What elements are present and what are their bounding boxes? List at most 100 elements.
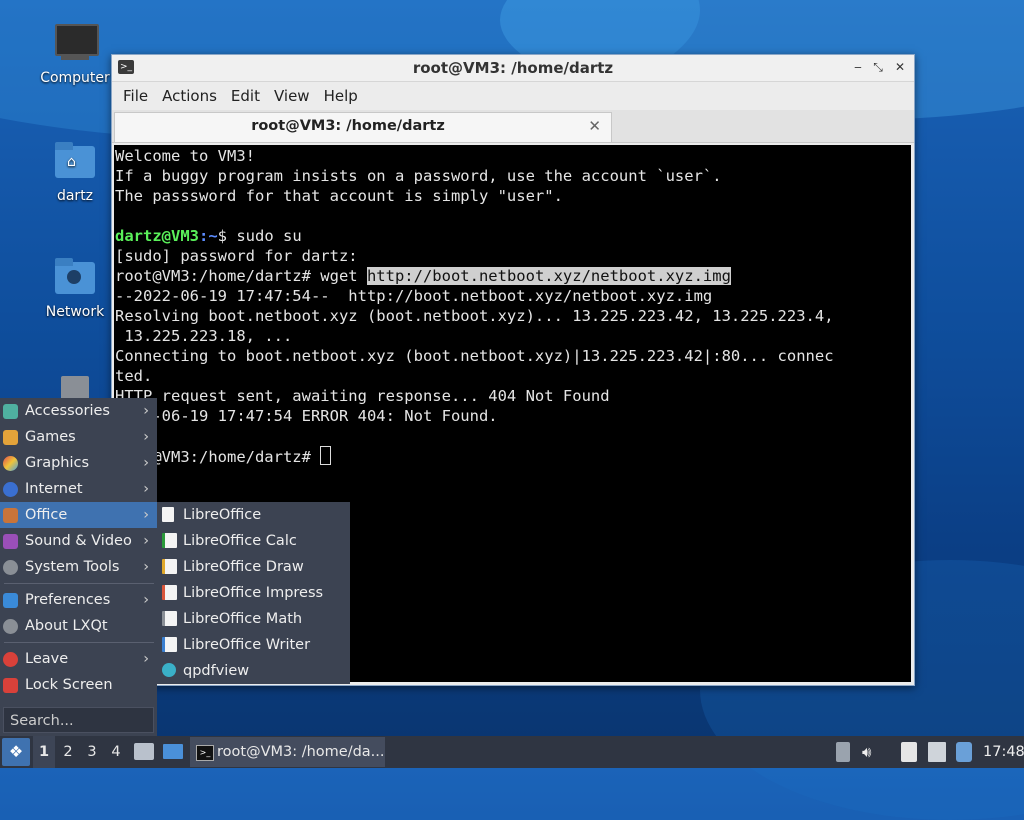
menu-file[interactable]: File: [116, 87, 155, 105]
menu-edit[interactable]: Edit: [224, 87, 267, 105]
games-icon: [3, 430, 18, 445]
desktop-switch-4[interactable]: 4: [105, 736, 127, 768]
chevron-right-icon: ›: [143, 481, 149, 497]
submenu-item-libreoffice-writer[interactable]: LibreOffice Writer: [157, 632, 350, 658]
text-cursor: [320, 446, 332, 465]
office-submenu: LibreOffice LibreOffice Calc LibreOffice…: [157, 502, 350, 684]
minimize-button[interactable]: ‒: [850, 59, 866, 75]
terminal-line: If a buggy program insists on a password…: [115, 167, 722, 185]
notification-icon[interactable]: [956, 742, 972, 762]
menu-item-label: Preferences: [25, 592, 111, 608]
menu-item-accessories[interactable]: Accessories ›: [0, 398, 157, 424]
menu-item-lock-screen[interactable]: Lock Screen: [0, 672, 157, 698]
desktop-switch-3[interactable]: 3: [81, 736, 103, 768]
libreoffice-impress-icon: [162, 585, 177, 600]
submenu-item-label: qpdfview: [183, 663, 250, 679]
submenu-item-label: LibreOffice: [183, 507, 262, 523]
menu-item-preferences[interactable]: Preferences ›: [0, 587, 157, 613]
tab-bar: root@VM3: /home/dartz ✕: [112, 110, 914, 143]
desktop-icon-computer[interactable]: Computer: [35, 22, 115, 86]
internet-icon: [3, 482, 18, 497]
menu-item-label: Lock Screen: [25, 677, 113, 693]
graphics-icon: [3, 456, 18, 471]
terminal-line: [sudo] password for dartz:: [115, 247, 358, 265]
window-titlebar[interactable]: >_ root@VM3: /home/dartz ‒ ⤡ ✕: [112, 55, 914, 82]
menu-item-label: Accessories: [25, 403, 110, 419]
submenu-item-libreoffice-impress[interactable]: LibreOffice Impress: [157, 580, 350, 606]
network-status-icon[interactable]: [928, 742, 946, 762]
terminal-line: root@VM3:/home/dartz#: [115, 446, 911, 467]
menu-search-input[interactable]: Search...: [3, 707, 154, 733]
clock[interactable]: 17:48: [983, 736, 1024, 768]
submenu-item-label: LibreOffice Math: [183, 611, 303, 627]
chevron-right-icon: ›: [143, 651, 149, 667]
show-desktop-icon[interactable]: [163, 744, 183, 759]
maximize-button[interactable]: ⤡: [870, 59, 886, 75]
terminal-line: 13.225.223.18, ...: [115, 327, 293, 345]
libreoffice-writer-icon: [162, 637, 177, 652]
volume-icon[interactable]: 🔊︎: [862, 742, 882, 762]
chevron-right-icon: ›: [143, 403, 149, 419]
chevron-right-icon: ›: [143, 429, 149, 445]
submenu-item-libreoffice-math[interactable]: LibreOffice Math: [157, 606, 350, 632]
menu-help[interactable]: Help: [317, 87, 365, 105]
clipboard-icon[interactable]: [901, 742, 917, 762]
submenu-item-qpdfview[interactable]: qpdfview: [157, 658, 350, 684]
root-prompt: root@VM3:/home/dartz# wget: [115, 267, 367, 285]
submenu-item-label: LibreOffice Calc: [183, 533, 297, 549]
taskbar-task-terminal[interactable]: >_ root@VM3: /home/da...: [190, 737, 385, 767]
terminal-line: HTTP request sent, awaiting response... …: [115, 387, 610, 405]
menu-view[interactable]: View: [267, 87, 317, 105]
menu-item-sound-video[interactable]: Sound & Video ›: [0, 528, 157, 554]
submenu-item-libreoffice[interactable]: LibreOffice: [157, 502, 350, 528]
terminal-line: The passsword for that account is simply…: [115, 187, 563, 205]
terminal-line: Connecting to boot.netboot.xyz (boot.net…: [115, 347, 834, 365]
menu-item-leave[interactable]: Leave ›: [0, 646, 157, 672]
prompt-command: $ sudo su: [217, 227, 302, 245]
file-manager-icon[interactable]: [134, 743, 154, 760]
menubar: File Actions Edit View Help: [112, 82, 914, 110]
submenu-item-libreoffice-draw[interactable]: LibreOffice Draw: [157, 554, 350, 580]
lock-icon: [3, 678, 18, 693]
prompt-path: :~: [199, 227, 218, 245]
task-label: root@VM3: /home/da...: [217, 744, 385, 760]
desktop-icon-home[interactable]: ⌂ dartz: [35, 140, 115, 204]
submenu-item-libreoffice-calc[interactable]: LibreOffice Calc: [157, 528, 350, 554]
menu-separator: [4, 583, 154, 584]
terminal-icon: >_: [196, 745, 214, 761]
chevron-right-icon: ›: [143, 533, 149, 549]
menu-item-graphics[interactable]: Graphics ›: [0, 450, 157, 476]
terminal-line: ted.: [115, 367, 153, 385]
desktop-switch-1[interactable]: 1: [33, 736, 55, 768]
terminal-tab[interactable]: root@VM3: /home/dartz ✕: [114, 112, 612, 142]
desktop-icon-label: Computer: [40, 70, 110, 86]
system-tools-icon: [3, 560, 18, 575]
menu-item-system-tools[interactable]: System Tools ›: [0, 554, 157, 580]
tab-close-icon[interactable]: ✕: [588, 117, 601, 135]
menu-actions[interactable]: Actions: [155, 87, 224, 105]
menu-separator: [4, 642, 154, 643]
submenu-item-label: LibreOffice Impress: [183, 585, 324, 601]
terminal-line: 2022-06-19 17:47:54 ERROR 404: Not Found…: [115, 407, 498, 425]
desktop-switch-2[interactable]: 2: [57, 736, 79, 768]
start-menu-button[interactable]: ❖: [2, 738, 30, 766]
prompt-user: dartz@VM3: [115, 227, 199, 245]
power-icon: [3, 652, 18, 667]
menu-item-office[interactable]: Office ›: [0, 502, 157, 528]
menu-item-label: Games: [25, 429, 76, 445]
accessories-icon: [3, 404, 18, 419]
menu-item-games[interactable]: Games ›: [0, 424, 157, 450]
terminal-line: Welcome to VM3!: [115, 147, 255, 165]
computer-icon: [53, 22, 99, 66]
menu-item-internet[interactable]: Internet ›: [0, 476, 157, 502]
tray-updates-icon[interactable]: [836, 742, 850, 762]
menu-item-label: Internet: [25, 481, 83, 497]
network-folder-icon: [53, 256, 97, 300]
terminal-line: Resolving boot.netboot.xyz (boot.netboot…: [115, 307, 834, 325]
close-button[interactable]: ✕: [892, 59, 908, 75]
libreoffice-icon: [162, 507, 174, 522]
submenu-item-label: LibreOffice Draw: [183, 559, 304, 575]
menu-item-label: Office: [25, 507, 68, 523]
menu-item-about[interactable]: About LXQt: [0, 613, 157, 639]
desktop-icon-network[interactable]: Network: [35, 256, 115, 320]
